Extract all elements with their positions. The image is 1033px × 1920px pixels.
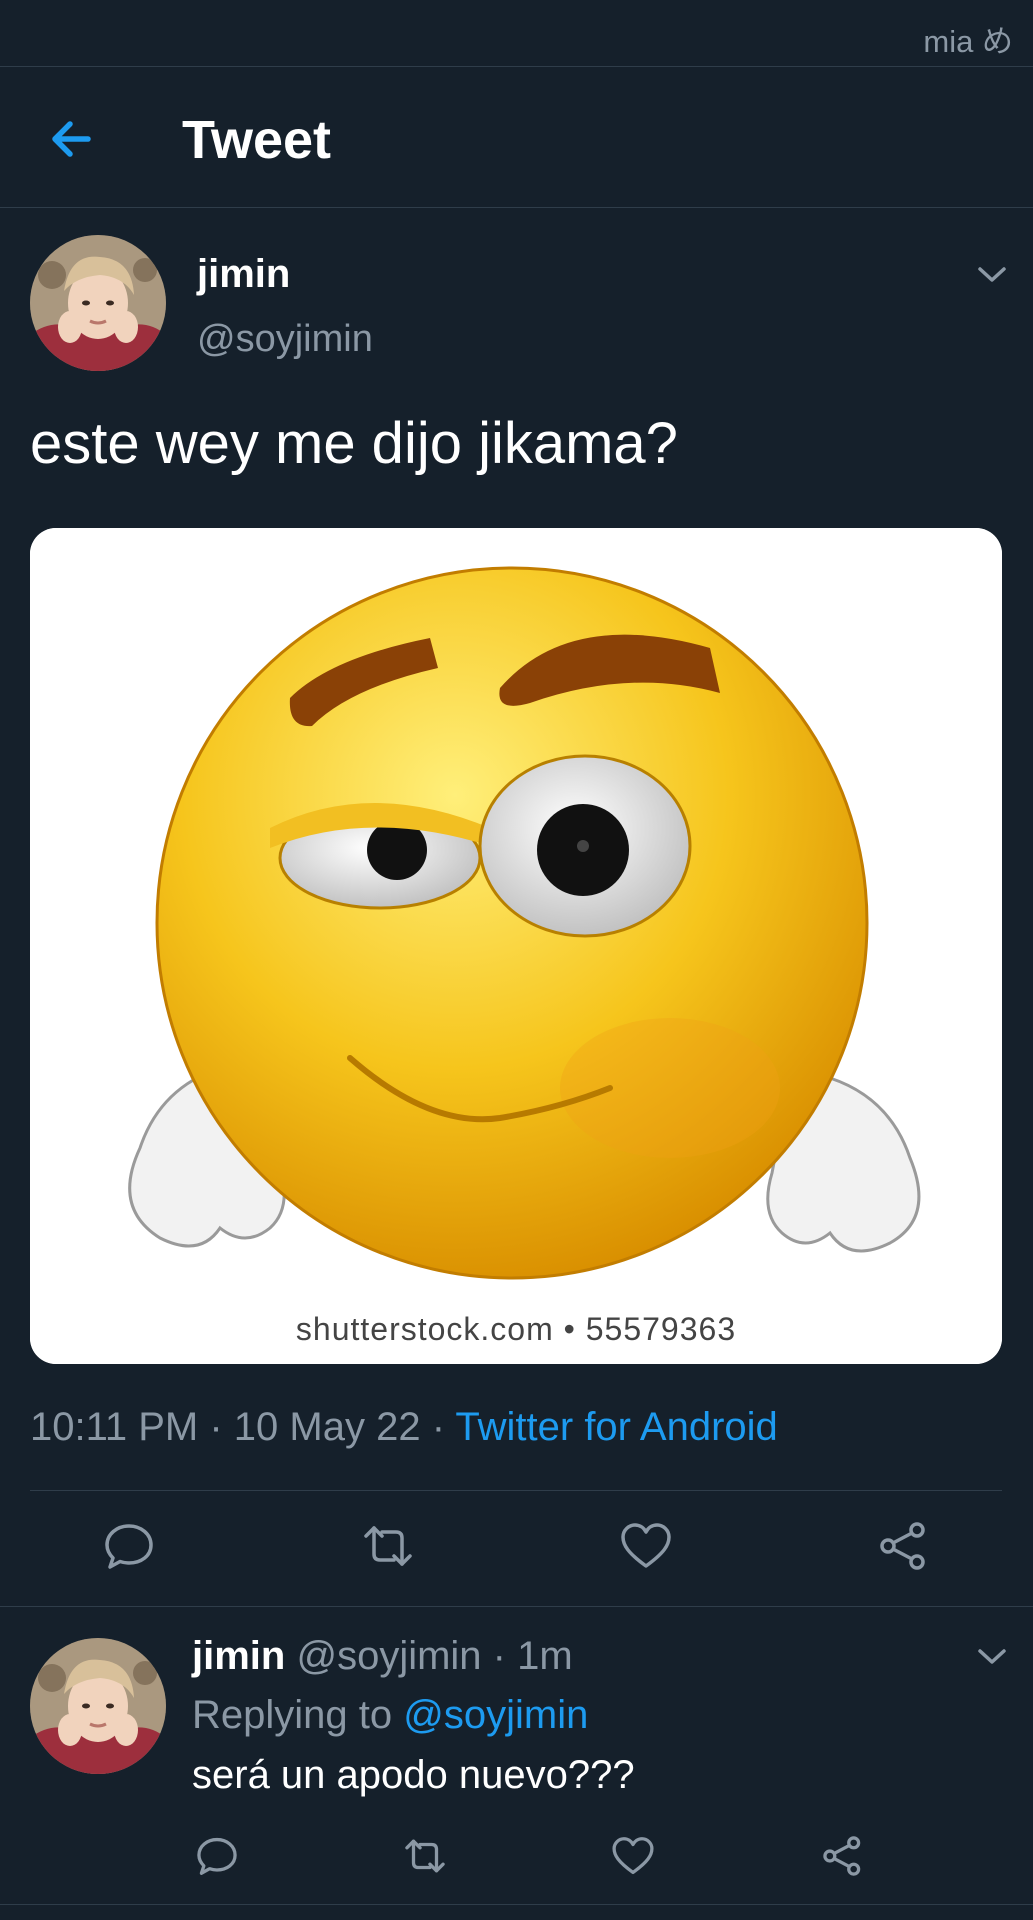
tweet-time: 10:11 PM — [30, 1405, 199, 1449]
like-icon[interactable] — [610, 1833, 656, 1879]
media-watermark: shutterstock.com • 55579363 — [296, 1311, 736, 1347]
divider — [0, 1904, 1033, 1905]
reply-author-handle[interactable]: @soyjimin — [296, 1634, 481, 1678]
avatar[interactable] — [30, 235, 166, 371]
divider — [0, 1606, 1033, 1607]
share-icon[interactable] — [820, 1833, 866, 1879]
tweet-text: este wey me dijo jikama? — [30, 411, 678, 476]
status-user-label: mia め — [923, 24, 1013, 59]
tweet-source-link[interactable]: Twitter for Android — [455, 1405, 777, 1449]
author-handle[interactable]: @soyjimin — [197, 318, 373, 361]
emoji-image: shutterstock.com • 55579363 — [30, 528, 1002, 1364]
reply-icon[interactable] — [194, 1833, 240, 1879]
avatar-image — [30, 235, 166, 371]
back-button[interactable] — [40, 107, 104, 171]
status-bar: mia め — [0, 0, 1033, 67]
author-name[interactable]: jimin — [197, 252, 290, 297]
page-title: Tweet — [182, 110, 332, 170]
reply-author-name[interactable]: jimin — [192, 1634, 285, 1678]
reply-text: será un apodo nuevo??? — [192, 1753, 635, 1797]
retweet-icon[interactable] — [360, 1518, 416, 1574]
replying-to-mention[interactable]: @soyjimin — [403, 1693, 588, 1737]
divider — [30, 1490, 1002, 1491]
chevron-down-icon[interactable] — [974, 262, 1010, 286]
share-icon[interactable] — [876, 1518, 932, 1574]
reply-age: 1m — [517, 1634, 573, 1678]
reply-icon[interactable] — [101, 1518, 157, 1574]
replying-to-line: Replying to @soyjimin — [192, 1693, 589, 1737]
header: Tweet — [0, 67, 1033, 208]
reply-avatar[interactable] — [30, 1638, 166, 1774]
arrow-left-icon — [52, 121, 91, 157]
avatar-image — [30, 1638, 166, 1774]
tweet-date: 10 May 22 — [233, 1405, 421, 1449]
tweet-meta: 10:11 PM · 10 May 22 · Twitter for Andro… — [30, 1405, 778, 1449]
reply-header: jimin @soyjimin · 1m — [192, 1634, 573, 1678]
like-icon[interactable] — [618, 1518, 674, 1574]
tweet-media[interactable]: shutterstock.com • 55579363 — [30, 528, 1002, 1364]
chevron-down-icon[interactable] — [974, 1644, 1010, 1668]
retweet-icon[interactable] — [402, 1833, 448, 1879]
